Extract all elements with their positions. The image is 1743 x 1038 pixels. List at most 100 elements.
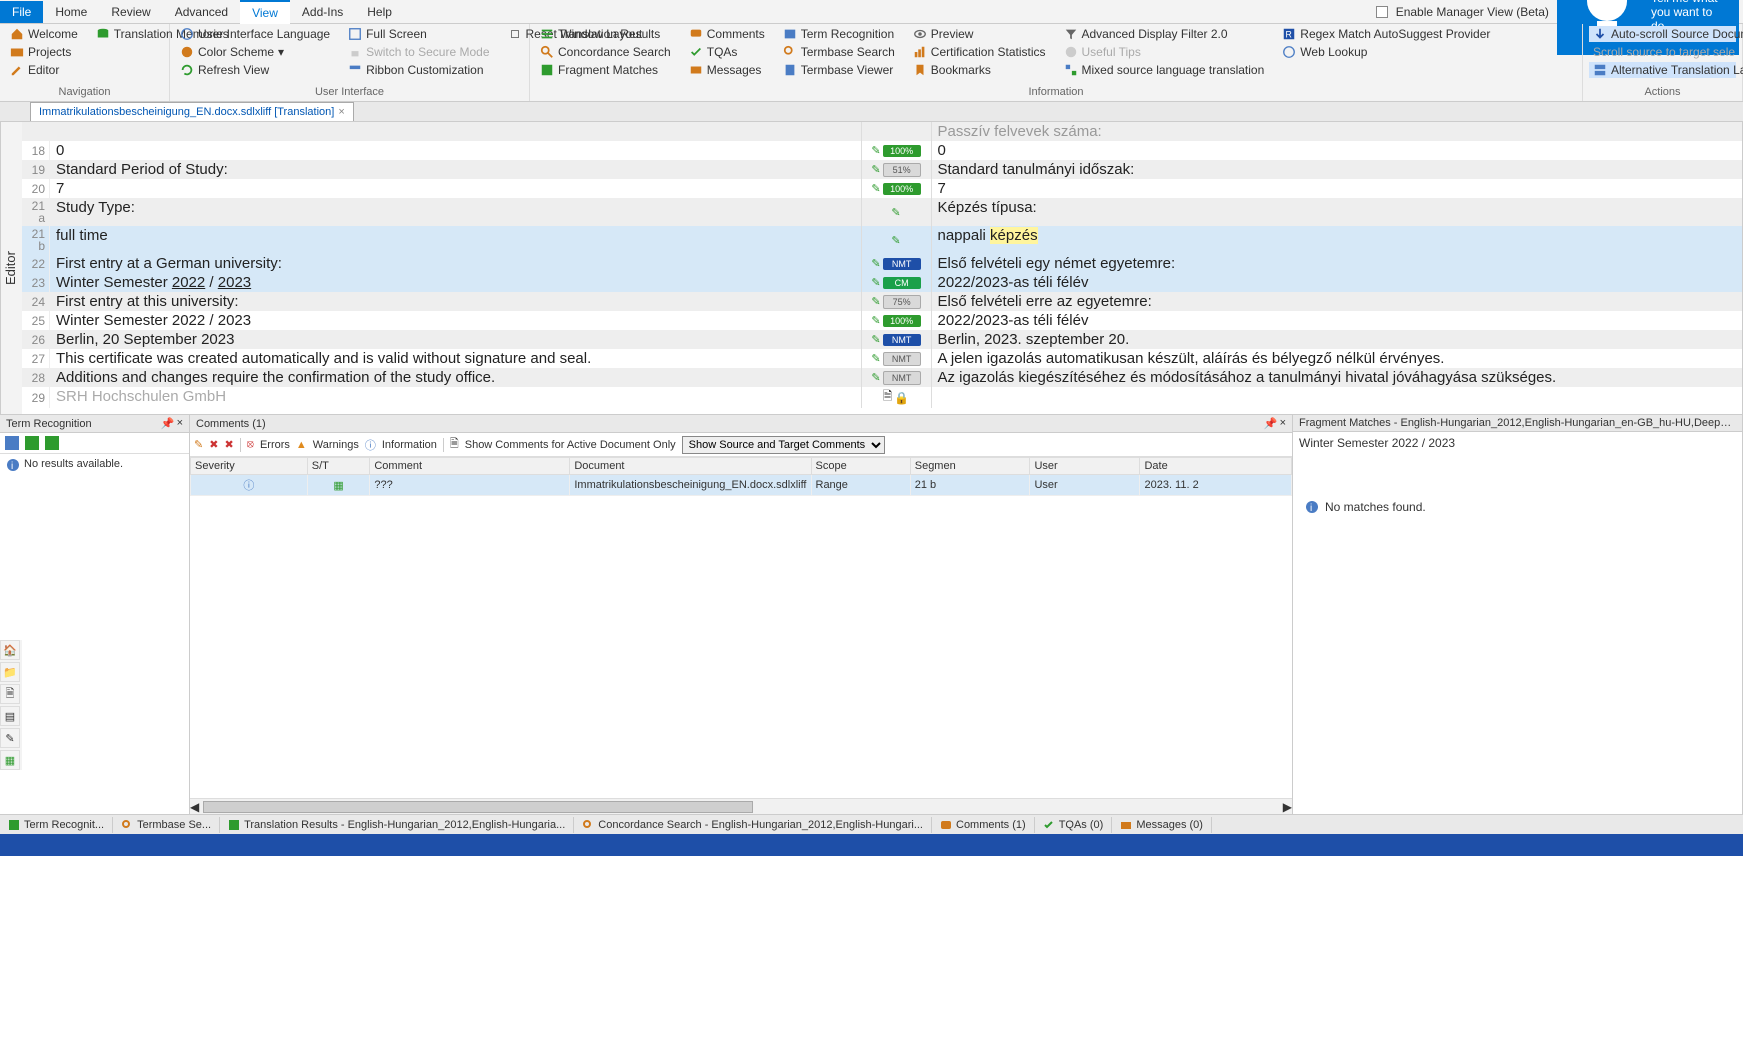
trans-results-button[interactable]: Translation Results (536, 26, 675, 42)
rail-db-icon[interactable]: ▦ (0, 750, 20, 770)
col-severity[interactable]: Severity (191, 458, 308, 475)
segment-row[interactable]: 21 aStudy Type:✎Képzés típusa: (22, 198, 1742, 226)
rail-doc-icon[interactable]: 🗎 (0, 684, 20, 704)
close-icon[interactable]: × (177, 417, 183, 430)
messages-button[interactable]: Messages (685, 62, 769, 78)
weblookup-button[interactable]: Web Lookup (1278, 44, 1494, 60)
segment-target[interactable]: 2022/2023-as téli félév (932, 311, 1743, 330)
altlayout-button[interactable]: Alternative Translation Lay (1589, 62, 1736, 78)
segment-target[interactable]: A jelen igazolás automatikusan készült, … (932, 349, 1743, 368)
segment-row[interactable]: 23Winter Semester 2022 / 2023✎CM2022/202… (22, 273, 1742, 292)
document-tab[interactable]: Immatrikulationsbescheinigung_EN.docx.sd… (30, 102, 354, 121)
col-segment[interactable]: Segmen (910, 458, 1030, 475)
segment-target[interactable]: 7 (932, 179, 1743, 198)
concord-search-button[interactable]: Concordance Search (536, 44, 675, 60)
segment-source[interactable]: This certificate was created automatical… (50, 349, 862, 368)
segment-source[interactable]: SRH Hochschulen GmbH (50, 387, 862, 408)
segment-target[interactable]: Berlin, 2023. szeptember 20. (932, 330, 1743, 349)
scroll-left-icon[interactable]: ◀ (190, 800, 199, 814)
segment-target[interactable]: 0 (932, 141, 1743, 160)
tab-translation-results[interactable]: Translation Results - English-Hungarian_… (220, 817, 574, 833)
segment-row[interactable]: 25Winter Semester 2022 / 2023✎100%2022/2… (22, 311, 1742, 330)
rail-home-icon[interactable]: 🏠 (0, 640, 20, 660)
color-scheme-button[interactable]: Color Scheme ▾ (176, 44, 334, 60)
segment-row[interactable]: 26Berlin, 20 September 2023✎NMTBerlin, 2… (22, 330, 1742, 349)
segment-source[interactable]: Standard Period of Study: (50, 160, 862, 179)
mixed-source-button[interactable]: Mixed source language translation (1060, 62, 1269, 78)
segment-source[interactable]: Winter Semester 2022 / 2023 (50, 273, 862, 292)
enable-manager-checkbox[interactable] (1376, 6, 1388, 18)
segment-target[interactable]: Első felvételi egy német egyetemre: (932, 254, 1743, 273)
segment-source[interactable]: Additions and changes require the confir… (50, 368, 862, 387)
nav-editor-button[interactable]: Editor (6, 62, 82, 78)
segment-target[interactable]: nappali képzés (932, 226, 1743, 254)
col-st[interactable]: S/T (307, 458, 370, 475)
menu-view[interactable]: View (240, 0, 290, 24)
tab-comments[interactable]: Comments (1) (932, 817, 1035, 833)
tqas-button[interactable]: TQAs (685, 44, 769, 60)
regex-button[interactable]: RRegex Match AutoSuggest Provider (1278, 26, 1494, 42)
bookmarks-button[interactable]: Bookmarks (909, 62, 1050, 78)
segment-source[interactable]: First entry at this university: (50, 292, 862, 311)
segment-row[interactable]: 27This certificate was created automatic… (22, 349, 1742, 368)
delete-all-icon[interactable]: ✖ (224, 438, 233, 451)
col-comment[interactable]: Comment (370, 458, 570, 475)
col-date[interactable]: Date (1140, 458, 1292, 475)
segment-row[interactable]: 28Additions and changes require the conf… (22, 368, 1742, 387)
tab-messages[interactable]: Messages (0) (1112, 817, 1212, 833)
menu-review[interactable]: Review (99, 1, 162, 23)
segment-row[interactable]: 180✎100%0 (22, 141, 1742, 160)
menu-addins[interactable]: Add-Ins (290, 1, 355, 23)
col-document[interactable]: Document (570, 458, 811, 475)
segment-target[interactable] (932, 387, 1743, 408)
segment-row[interactable]: 21 bfull time✎nappali képzés (22, 226, 1742, 254)
col-scope[interactable]: Scope (811, 458, 910, 475)
menu-help[interactable]: Help (355, 1, 404, 23)
term-tool-icon[interactable] (4, 435, 20, 451)
termbase-viewer-button[interactable]: Termbase Viewer (779, 62, 899, 78)
tab-tqas[interactable]: TQAs (0) (1035, 817, 1113, 833)
segment-source[interactable]: 0 (50, 141, 862, 160)
segment-target[interactable]: Az igazolás kiegészítéséhez és módosítás… (932, 368, 1743, 387)
edit-comment-icon[interactable]: ✎ (194, 438, 203, 451)
pin-icon[interactable]: 📌 (1264, 417, 1278, 430)
pin-icon[interactable]: 📌 (161, 417, 175, 430)
segment-target[interactable]: Standard tanulmányi időszak: (932, 160, 1743, 179)
comment-row[interactable]: ⓘ ▦ ??? Immatrikulationsbescheinigung_EN… (191, 475, 1292, 496)
comments-button[interactable]: Comments (685, 26, 769, 42)
term-tool-icon[interactable] (24, 435, 40, 451)
menu-file[interactable]: File (0, 1, 43, 23)
scroll-right-icon[interactable]: ▶ (1283, 800, 1292, 814)
fullscreen-button[interactable]: Full Screen (344, 26, 493, 42)
delete-comment-icon[interactable]: ✖ (209, 438, 218, 451)
segment-target[interactable]: Első felvételi erre az egyetemre: (932, 292, 1743, 311)
segment-row[interactable]: 19Standard Period of Study:✎51%Standard … (22, 160, 1742, 179)
segment-target[interactable]: 2022/2023-as téli félév (932, 273, 1743, 292)
frag-match-button[interactable]: Fragment Matches (536, 62, 675, 78)
refresh-view-button[interactable]: Refresh View (176, 62, 334, 78)
col-user[interactable]: User (1030, 458, 1140, 475)
term-tool-icon[interactable] (44, 435, 60, 451)
warnings-label[interactable]: Warnings (313, 439, 359, 451)
nav-welcome-button[interactable]: Welcome (6, 26, 82, 42)
close-icon[interactable]: × (338, 106, 344, 118)
menu-home[interactable]: Home (43, 1, 99, 23)
menu-advanced[interactable]: Advanced (163, 1, 240, 23)
comment-filter-select[interactable]: Show Source and Target Comments (682, 436, 885, 454)
segment-row[interactable]: 207✎100%7 (22, 179, 1742, 198)
segment-source[interactable]: 7 (50, 179, 862, 198)
segment-source[interactable]: full time (50, 226, 862, 254)
close-icon[interactable]: × (1280, 417, 1286, 430)
rail-folder-icon[interactable]: 📁 (0, 662, 20, 682)
ribbon-custom-button[interactable]: Ribbon Customization (344, 62, 493, 78)
comments-hscroll[interactable]: ◀▶ (190, 798, 1292, 814)
tab-termbase-search[interactable]: Termbase Se... (113, 817, 220, 833)
segment-source[interactable]: Berlin, 20 September 2023 (50, 330, 862, 349)
segment-source[interactable]: Winter Semester 2022 / 2023 (50, 311, 862, 330)
rail-list-icon[interactable]: ▤ (0, 706, 20, 726)
tab-concordance[interactable]: Concordance Search - English-Hungarian_2… (574, 817, 932, 833)
segment-row[interactable]: 22First entry at a German university:✎NM… (22, 254, 1742, 273)
segment-target[interactable]: Képzés típusa: (932, 198, 1743, 226)
term-recog-button[interactable]: Term Recognition (779, 26, 899, 42)
errors-label[interactable]: Errors (260, 439, 290, 451)
